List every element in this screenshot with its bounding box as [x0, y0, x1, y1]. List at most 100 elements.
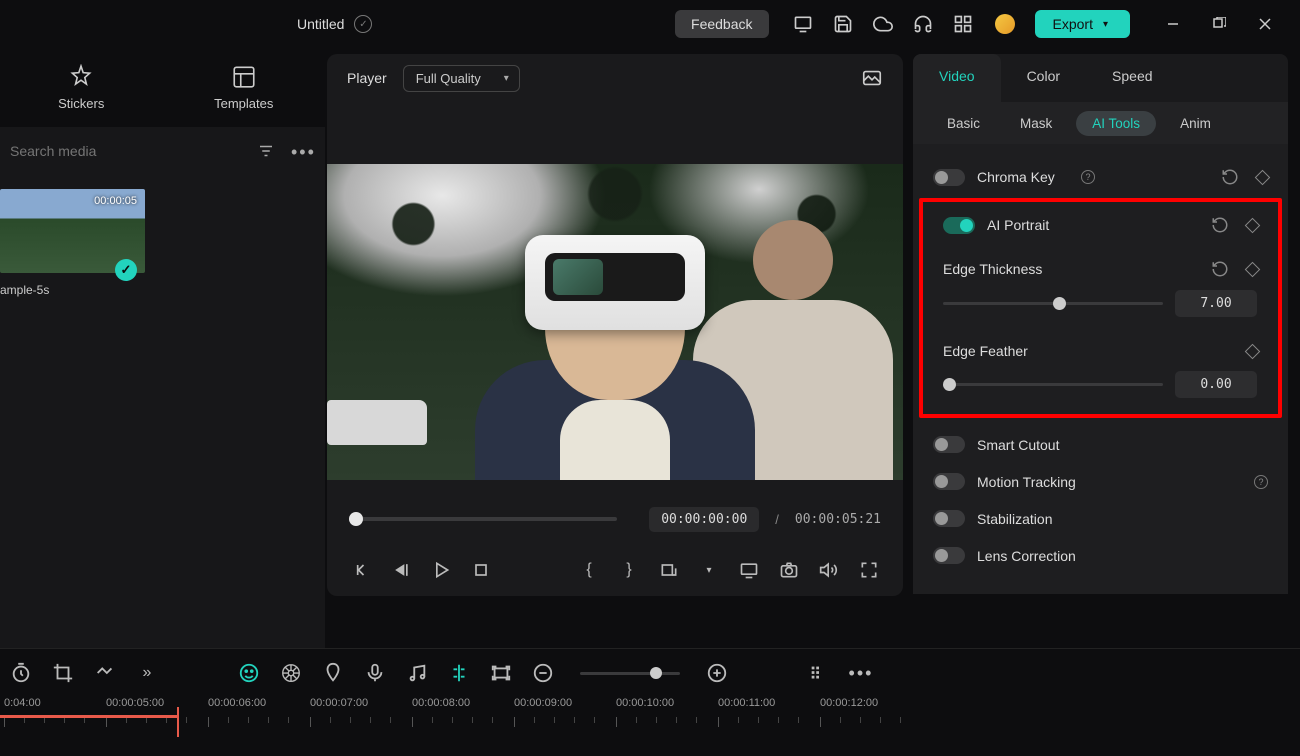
preview-viewport[interactable] — [327, 102, 903, 494]
camera-icon[interactable] — [779, 560, 799, 580]
playhead[interactable] — [0, 715, 178, 718]
ruler-mark: 00:00:07:00 — [310, 697, 412, 709]
motion-tracking-toggle[interactable] — [933, 473, 965, 490]
crop-icon[interactable] — [52, 662, 74, 684]
save-icon[interactable] — [833, 14, 853, 34]
cloud-icon[interactable] — [873, 14, 893, 34]
motion-tracking-row: Motion Tracking ? — [913, 463, 1288, 500]
chevron-down-icon[interactable]: ▾ — [699, 560, 719, 580]
maximize-button[interactable] — [1212, 17, 1226, 31]
player-label: Player — [347, 70, 387, 86]
tab-color[interactable]: Color — [1001, 54, 1086, 102]
subtab-mask[interactable]: Mask — [1004, 111, 1068, 136]
expand-icon[interactable]: » — [136, 662, 158, 684]
step-back-button[interactable] — [391, 560, 411, 580]
timecode-separator: / — [775, 512, 779, 527]
current-timecode: 00:00:00:00 — [649, 507, 759, 532]
help-icon[interactable]: ? — [1081, 170, 1095, 184]
timer-icon[interactable] — [10, 662, 32, 684]
chroma-key-label: Chroma Key — [977, 169, 1073, 185]
zoom-slider[interactable] — [580, 672, 680, 675]
keyframe-icon[interactable] — [1255, 169, 1271, 185]
render-preview-button[interactable] — [739, 560, 759, 580]
group-icon[interactable] — [490, 662, 512, 684]
audio-icon[interactable] — [406, 662, 428, 684]
more-icon[interactable]: ••• — [850, 662, 872, 684]
tab-video[interactable]: Video — [913, 54, 1001, 102]
motion-tracking-label: Motion Tracking — [977, 474, 1246, 490]
reset-icon[interactable] — [1221, 168, 1239, 186]
subtab-basic[interactable]: Basic — [931, 111, 996, 136]
display-icon[interactable] — [793, 14, 813, 34]
chroma-key-row: Chroma Key ? — [913, 158, 1288, 196]
media-panel: Stickers Templates ••• 00:00:05 ✓ ample-… — [0, 48, 325, 648]
edge-thickness-slider[interactable] — [943, 302, 1163, 305]
tab-templates[interactable]: Templates — [163, 56, 326, 119]
chroma-key-toggle[interactable] — [933, 169, 965, 186]
smart-cutout-row: Smart Cutout — [913, 426, 1288, 463]
prev-frame-button[interactable] — [351, 560, 371, 580]
feedback-button[interactable]: Feedback — [675, 10, 768, 38]
edge-feather-slider[interactable] — [943, 383, 1163, 386]
stop-button[interactable] — [471, 560, 491, 580]
media-clip[interactable]: 00:00:05 ✓ ample-5s — [0, 189, 145, 297]
zoom-in-button[interactable] — [706, 662, 728, 684]
ruler-mark: 0:04:00 — [4, 697, 106, 709]
ai-face-icon[interactable] — [238, 662, 260, 684]
snapshot-icon[interactable] — [861, 67, 883, 89]
timeline-ruler[interactable]: 0:04:0000:00:05:0000:00:06:0000:00:07:00… — [0, 697, 1300, 737]
filter-icon[interactable] — [257, 142, 275, 160]
preview-scrubber[interactable] — [349, 517, 617, 521]
ai-portrait-toggle[interactable] — [943, 217, 975, 234]
apps-icon[interactable] — [953, 14, 973, 34]
split-icon[interactable] — [448, 662, 470, 684]
ruler-mark: 00:00:08:00 — [412, 697, 514, 709]
ruler-mark: 00:00:06:00 — [208, 697, 310, 709]
smart-cutout-toggle[interactable] — [933, 436, 965, 453]
mark-in-button[interactable]: { — [579, 560, 599, 580]
smart-cutout-label: Smart Cutout — [977, 437, 1268, 453]
help-icon[interactable] — [913, 14, 933, 34]
tab-speed[interactable]: Speed — [1086, 54, 1178, 102]
close-button[interactable] — [1258, 17, 1272, 31]
crop-ratio-button[interactable] — [659, 560, 679, 580]
stabilization-toggle[interactable] — [933, 510, 965, 527]
tab-stickers[interactable]: Stickers — [0, 56, 163, 119]
project-title: Untitled — [297, 16, 344, 32]
edge-feather-value[interactable]: 0.00 — [1175, 371, 1257, 398]
used-badge-icon: ✓ — [115, 259, 137, 281]
lens-correction-row: Lens Correction — [913, 537, 1288, 574]
mic-icon[interactable] — [364, 662, 386, 684]
speed-ramp-icon[interactable] — [94, 662, 116, 684]
ruler-mark: 00:00:11:00 — [718, 697, 820, 709]
help-icon[interactable]: ? — [1254, 475, 1268, 489]
reset-icon[interactable] — [1211, 260, 1229, 278]
volume-icon[interactable] — [819, 560, 839, 580]
fullscreen-icon[interactable] — [859, 560, 879, 580]
keyframe-icon[interactable] — [1245, 261, 1261, 277]
export-button[interactable]: Export▾ — [1035, 10, 1131, 38]
marker-icon[interactable] — [322, 662, 344, 684]
zoom-out-button[interactable] — [532, 662, 554, 684]
more-icon[interactable]: ••• — [291, 142, 309, 160]
ruler-mark: 00:00:12:00 — [820, 697, 922, 709]
timeline: » ••• 0:04:0000:00:05:0000:00:06:0000:00… — [0, 648, 1300, 756]
quality-select[interactable]: Full Quality▾ — [403, 65, 520, 92]
user-avatar[interactable] — [995, 14, 1015, 34]
subtab-anim[interactable]: Anim — [1164, 111, 1227, 136]
track-options-icon[interactable] — [808, 662, 830, 684]
ai-portrait-highlight: AI Portrait Edge Thickness 7.00 Edge Fea… — [919, 198, 1282, 418]
chevron-down-icon: ▾ — [1103, 19, 1108, 30]
minimize-button[interactable] — [1166, 17, 1180, 31]
keyframe-icon[interactable] — [1245, 217, 1261, 233]
lens-correction-toggle[interactable] — [933, 547, 965, 564]
play-button[interactable] — [431, 560, 451, 580]
reset-icon[interactable] — [1211, 216, 1229, 234]
color-wheel-icon[interactable] — [280, 662, 302, 684]
keyframe-icon[interactable] — [1245, 343, 1261, 359]
search-input[interactable] — [8, 137, 249, 165]
edge-thickness-value[interactable]: 7.00 — [1175, 290, 1257, 317]
subtab-ai-tools[interactable]: AI Tools — [1076, 111, 1156, 136]
mark-out-button[interactable]: } — [619, 560, 639, 580]
ai-portrait-row: AI Portrait — [923, 206, 1278, 244]
